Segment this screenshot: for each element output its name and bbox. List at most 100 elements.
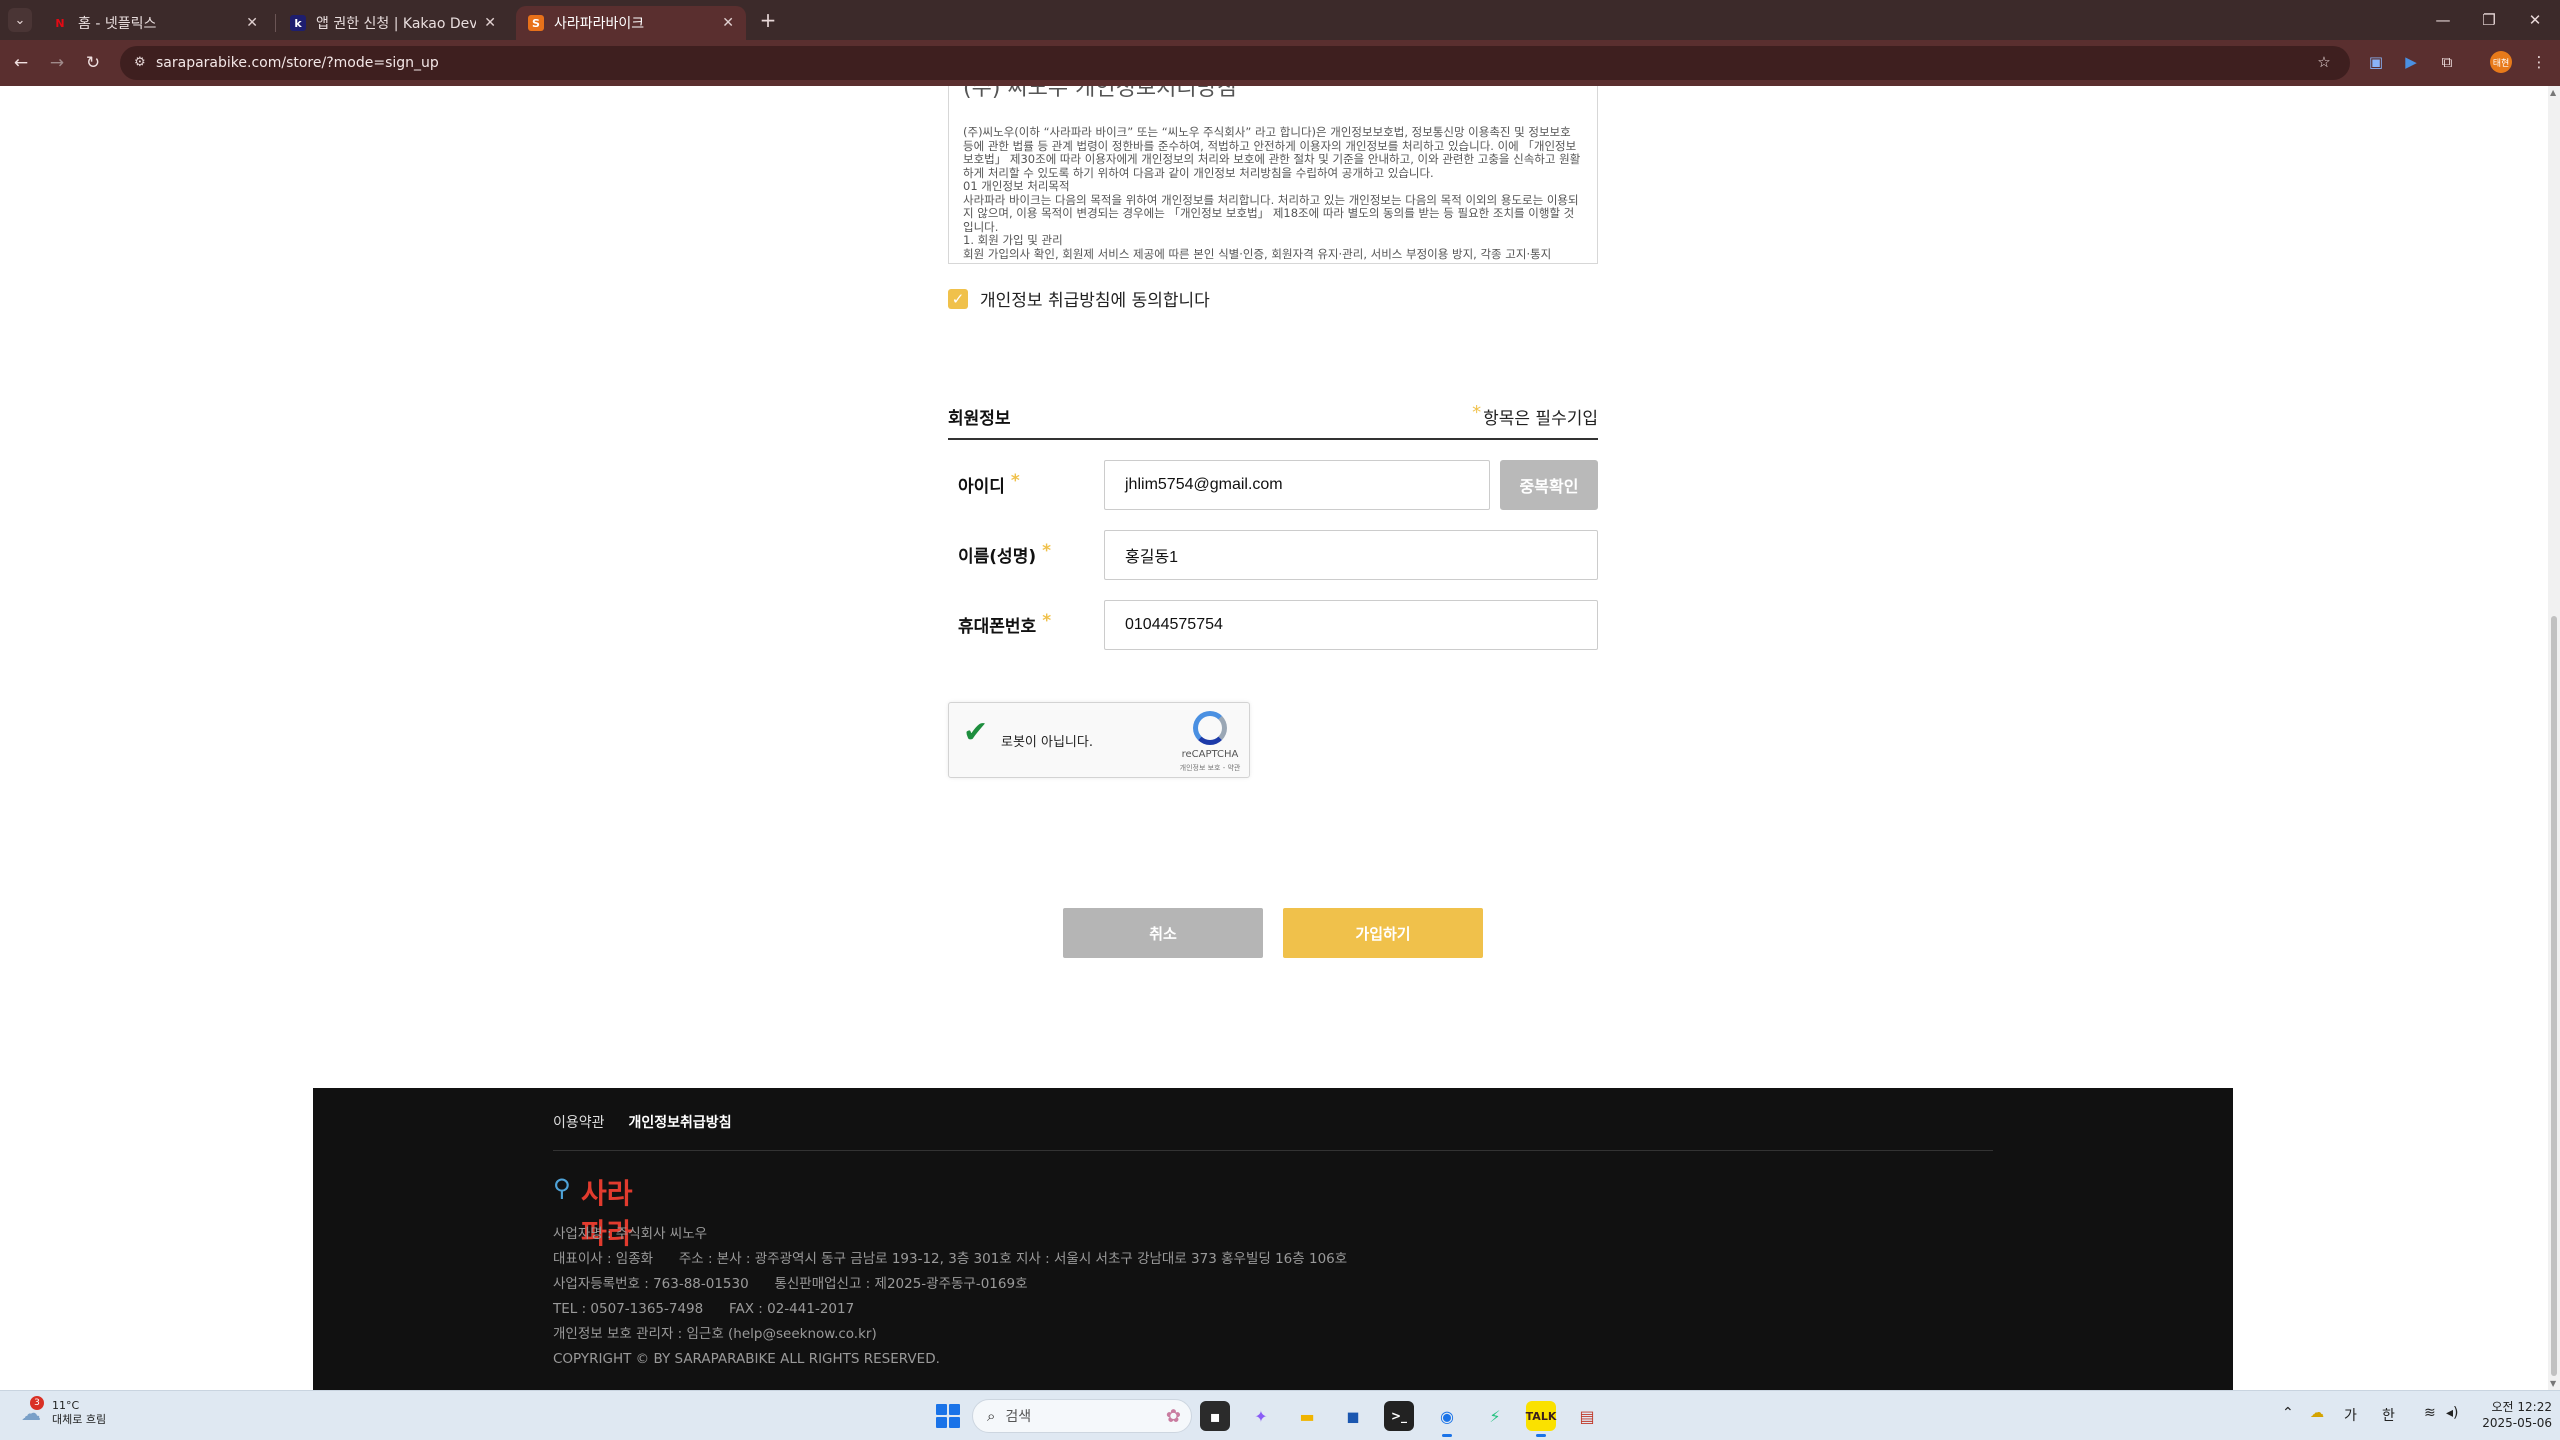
tray-overflow-icon[interactable]: ⌃ xyxy=(2282,1405,2294,1421)
tab-title: 사라파라바이크 xyxy=(554,16,645,32)
recaptcha-label: 로봇이 아닙니다. xyxy=(1001,735,1093,750)
browser-toolbar: ← → ↻ ⚙ saraparabike.com/store/?mode=sig… xyxy=(0,40,2560,86)
recaptcha-logo-icon xyxy=(1193,711,1227,745)
tab-saraparabike[interactable]: S 사라파라바이크 ✕ xyxy=(516,6,746,40)
tab-close-icon[interactable]: ✕ xyxy=(246,15,258,31)
recaptcha-brand: reCAPTCHA xyxy=(1181,749,1239,760)
privacy-policy-box[interactable]: (주) 씨노우 개인정보처리방침 (주)씨노우(이하 “사라파라 바이크” 또는… xyxy=(948,86,1598,264)
clock-time: 오전 12:22 xyxy=(2491,1400,2552,1414)
id-label-text: 아이디 xyxy=(958,477,1005,497)
profile-avatar[interactable]: 태현 xyxy=(2490,51,2512,73)
name-input[interactable]: 홍길동1 xyxy=(1104,530,1598,580)
duplicate-check-button[interactable]: 중복확인 xyxy=(1500,460,1598,510)
back-icon[interactable]: ← xyxy=(8,50,34,76)
close-window-icon[interactable]: ✕ xyxy=(2512,6,2558,34)
company-info-line: 사업자등록번호 : 763-88-01530 통신판매업신고 : 제2025-광… xyxy=(553,1276,1028,1292)
vscode-icon[interactable]: ⚡ xyxy=(1480,1401,1510,1431)
name-label: 이름(성명) * xyxy=(958,541,1051,567)
clock-date: 2025-05-06 xyxy=(2482,1416,2552,1430)
recaptcha-checkmark-icon[interactable]: ✔ xyxy=(963,715,988,750)
chrome-icon[interactable]: ◉ xyxy=(1432,1401,1462,1437)
weather-temp: 11°C xyxy=(52,1399,80,1412)
company-info-line: 사업자명 : 주식회사 씨노우 xyxy=(553,1226,708,1242)
netflix-favicon-icon: N xyxy=(55,16,65,30)
sign-up-button[interactable]: 가입하기 xyxy=(1283,908,1483,958)
copilot-icon[interactable]: ✦ xyxy=(1246,1401,1276,1431)
required-star-icon: * xyxy=(1042,611,1052,631)
name-input-value: 홍길동1 xyxy=(1125,549,1179,566)
weather-desc: 대체로 흐림 xyxy=(52,1413,107,1426)
tray-weather-icon[interactable]: ☁ xyxy=(2310,1405,2324,1421)
bookmark-star-icon[interactable]: ☆ xyxy=(2313,51,2335,73)
name-label-text: 이름(성명) xyxy=(958,547,1037,567)
scroll-up-icon[interactable]: ▲ xyxy=(2550,88,2556,97)
page-viewport: (주) 씨노우 개인정보처리방침 (주)씨노우(이하 “사라파라 바이크” 또는… xyxy=(0,86,2548,1390)
weather-text: 11°C 대체로 흐림 xyxy=(52,1399,106,1427)
search-icon: ⌕ xyxy=(987,1407,996,1425)
minimize-icon[interactable]: — xyxy=(2420,6,2466,34)
phone-input[interactable]: 01044575754 xyxy=(1104,600,1598,650)
terminal-icon[interactable]: >_ xyxy=(1384,1401,1414,1431)
translate-icon[interactable]: ▣ xyxy=(2365,51,2387,73)
extensions-puzzle-icon[interactable]: ⧉ xyxy=(2436,51,2458,73)
tab-kakao-developers[interactable]: k 앱 권한 신청 | Kakao Developers ✕ xyxy=(278,6,508,40)
tab-search-icon[interactable]: ⌄ xyxy=(8,8,32,32)
id-input[interactable]: jhlim5754@gmail.com xyxy=(1104,460,1490,510)
required-star-icon: * xyxy=(1010,471,1020,491)
restore-icon[interactable]: ❐ xyxy=(2466,6,2512,34)
phone-input-value: 01044575754 xyxy=(1125,616,1223,633)
taskbar-search[interactable]: ⌕ 검색 ✿ xyxy=(972,1399,1192,1433)
footer-divider xyxy=(553,1150,1993,1151)
footer-link-privacy[interactable]: 개인정보취급방침 xyxy=(629,1112,732,1132)
footer-link-terms[interactable]: 이용약관 xyxy=(553,1112,605,1132)
store-icon[interactable]: ◼ xyxy=(1338,1401,1368,1431)
volume-icon[interactable]: ◂) xyxy=(2446,1405,2459,1421)
id-label: 아이디 * xyxy=(958,471,1020,497)
ime-mode-han[interactable]: 한 xyxy=(2382,1405,2395,1425)
app-icon[interactable]: ▤ xyxy=(1572,1401,1602,1431)
required-star-icon: * xyxy=(1042,541,1051,561)
new-tab-button[interactable]: + xyxy=(756,8,780,32)
company-info-line: 대표이사 : 임종화 주소 : 본사 : 광주광역시 동구 금남로 193-12… xyxy=(553,1251,1348,1267)
bicycle-icon: ⚲ xyxy=(553,1174,571,1202)
privacy-policy-text: (주)씨노우(이하 “사라파라 바이크” 또는 “씨노우 주식회사” 라고 합니… xyxy=(963,125,1581,261)
kakao-favicon-icon: k xyxy=(290,15,306,31)
search-highlight-icon: ✿ xyxy=(1165,1406,1181,1427)
scroll-down-icon[interactable]: ▼ xyxy=(2550,1379,2556,1388)
kakaotalk-icon[interactable]: TALK xyxy=(1526,1401,1556,1437)
reload-icon[interactable]: ↻ xyxy=(80,50,106,76)
task-view-icon[interactable]: ▪ xyxy=(1200,1401,1230,1431)
site-info-icon[interactable]: ⚙ xyxy=(134,55,146,70)
phone-label-text: 휴대폰번호 xyxy=(958,617,1037,637)
saraparabike-favicon-icon: S xyxy=(528,15,544,31)
section-divider xyxy=(948,438,1598,440)
recaptcha-widget[interactable]: ✔ 로봇이 아닙니다. reCAPTCHA 개인정보 보호 - 약관 xyxy=(948,702,1250,778)
ime-mode-ga[interactable]: 가 xyxy=(2344,1405,2357,1425)
file-explorer-icon[interactable]: ▬ xyxy=(1292,1401,1322,1431)
cancel-button[interactable]: 취소 xyxy=(1063,908,1263,958)
company-info-line: COPYRIGHT © BY SARAPARABIKE ALL RIGHTS R… xyxy=(553,1351,940,1367)
tab-close-icon[interactable]: ✕ xyxy=(484,15,496,31)
footer-logo: ⚲ 사라파라 xyxy=(553,1168,643,1250)
system-clock[interactable]: 오전 12:22 2025-05-06 xyxy=(2472,1399,2552,1431)
tab-close-icon[interactable]: ✕ xyxy=(722,15,734,31)
tab-divider xyxy=(275,14,276,32)
wifi-icon[interactable]: ≋ xyxy=(2424,1405,2436,1421)
privacy-agree-row[interactable]: ✓ 개인정보 취급방침에 동의합니다 xyxy=(948,286,1210,311)
address-bar[interactable]: ⚙ saraparabike.com/store/?mode=sign_up xyxy=(120,46,2350,80)
privacy-agree-checkbox[interactable]: ✓ xyxy=(948,288,968,309)
browser-tabstrip: ⌄ N 홈 - 넷플릭스 ✕ k 앱 권한 신청 | Kakao Develop… xyxy=(0,0,2560,40)
page-scrollbar[interactable]: ▲ ▼ xyxy=(2548,86,2560,1390)
scrollbar-thumb[interactable] xyxy=(2551,616,2557,1376)
site-footer: 이용약관 개인정보취급방침 ⚲ 사라파라 사업자명 : 주식회사 씨노우 대표이… xyxy=(313,1088,2233,1390)
windows-start-icon[interactable] xyxy=(936,1404,960,1428)
forward-icon[interactable]: → xyxy=(44,50,70,76)
browser-menu-icon[interactable]: ⋮ xyxy=(2528,51,2550,73)
tab-netflix[interactable]: N 홈 - 넷플릭스 ✕ xyxy=(40,6,270,40)
cloud-icon: ☁ 3 xyxy=(18,1396,44,1426)
extension-play-icon[interactable]: ▶ xyxy=(2400,51,2422,73)
footer-links: 이용약관 개인정보취급방침 xyxy=(553,1112,732,1132)
recaptcha-legal-links[interactable]: 개인정보 보호 - 약관 xyxy=(1169,763,1251,773)
weather-widget[interactable]: ☁ 3 11°C 대체로 흐림 xyxy=(18,1396,106,1427)
search-placeholder: 검색 xyxy=(1005,1409,1032,1425)
